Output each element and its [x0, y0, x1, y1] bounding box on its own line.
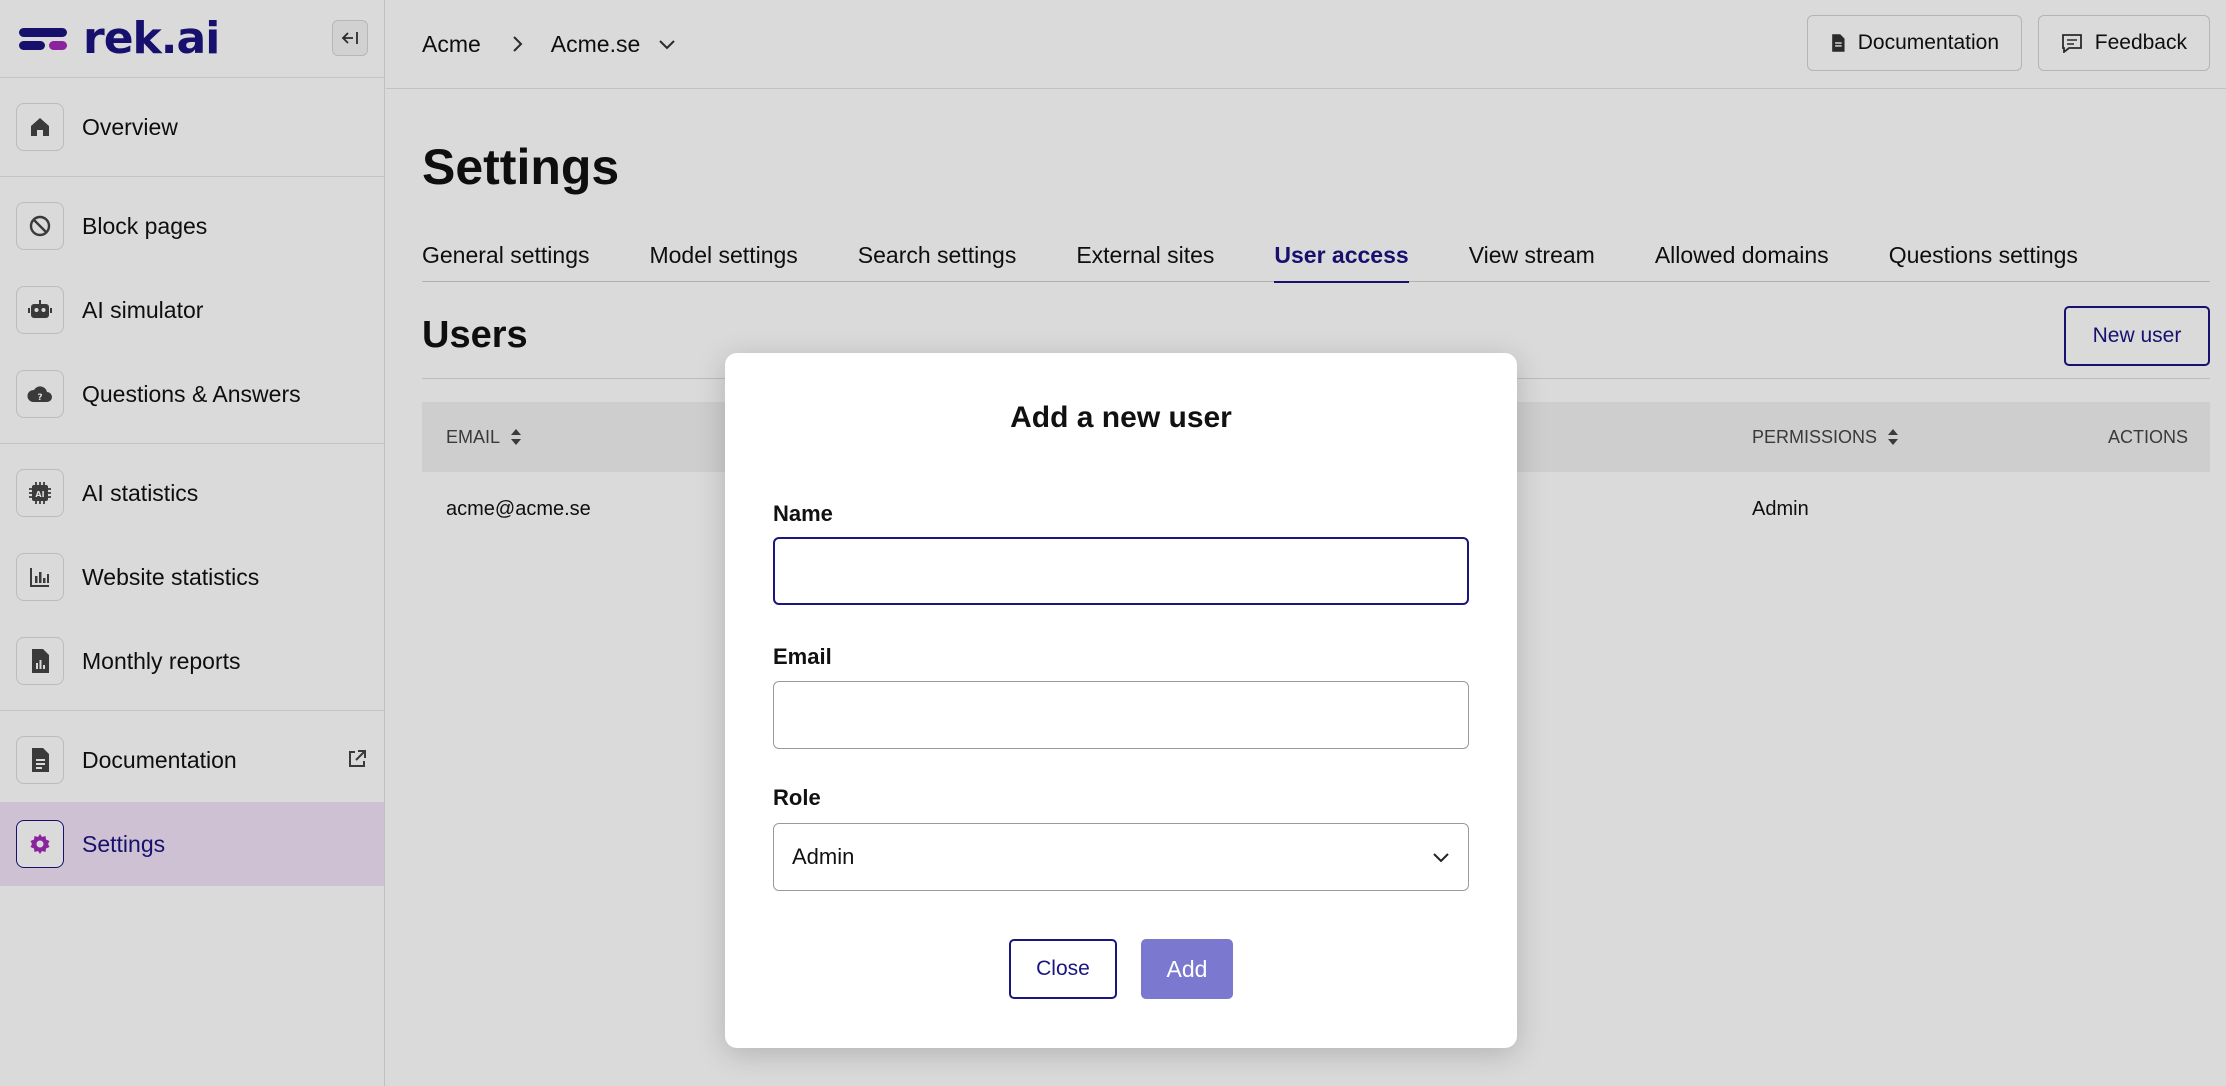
name-field[interactable]	[773, 537, 1469, 605]
modal-title: Add a new user	[1010, 401, 1232, 434]
add-user-modal: Add a new user Name Email Role Admin Clo…	[725, 353, 1517, 1048]
modal-actions: Close Add	[725, 939, 1517, 999]
role-select-value: Admin	[792, 844, 855, 869]
role-select[interactable]: Admin	[773, 823, 1469, 891]
chevron-down-icon	[1433, 853, 1449, 863]
close-button[interactable]: Close	[1009, 939, 1117, 999]
role-label: Role	[773, 785, 821, 810]
email-field[interactable]	[773, 681, 1469, 749]
email-label: Email	[773, 644, 832, 669]
name-label: Name	[773, 501, 833, 526]
add-button[interactable]: Add	[1141, 939, 1233, 999]
